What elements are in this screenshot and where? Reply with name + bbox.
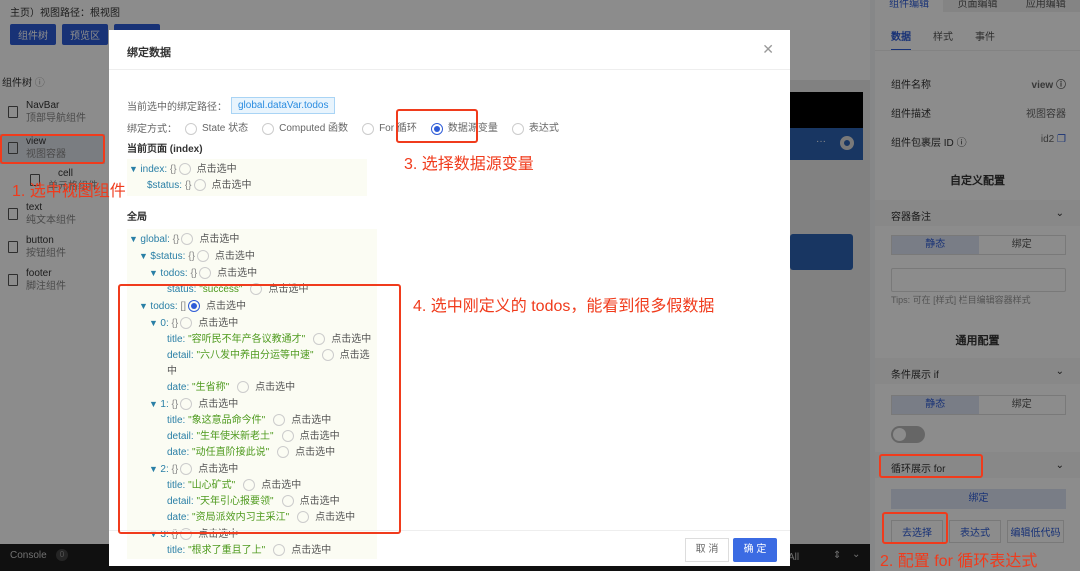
bind-mode-option[interactable]: Computed 函数 (254, 122, 349, 135)
cancel-button[interactable]: 取 消 (685, 538, 729, 562)
app: 主页）视图路径：根视图 组件树 预览区 编辑器 组件树 ⓘ NavBar顶部导航… (0, 0, 1080, 571)
global-section-label: 全局 (127, 212, 147, 223)
close-icon[interactable]: ✕ (762, 41, 774, 58)
select-radio[interactable] (193, 179, 206, 192)
expand-arrow-icon[interactable]: ▼ (139, 251, 150, 261)
annotation-box-view (0, 134, 105, 164)
radio-button[interactable] (362, 122, 375, 135)
modal-title: 绑定数据 (127, 47, 171, 59)
tree-node: ▼ index: {} 点击选中 (127, 161, 367, 178)
confirm-button[interactable]: 确 定 (733, 538, 777, 562)
radio-label: 表达式 (528, 123, 559, 135)
node-key: index: (140, 164, 170, 175)
tree-node: $status: {} 点击选中 (127, 178, 367, 194)
expand-arrow-icon[interactable]: ▼ (129, 234, 140, 244)
click-select-label[interactable]: 点击选中 (212, 180, 252, 191)
select-radio[interactable] (178, 163, 191, 176)
radio-button[interactable] (185, 122, 197, 135)
radio-button[interactable] (262, 122, 275, 135)
radio-button[interactable] (511, 122, 524, 135)
radio-label: Computed 函数 (279, 123, 349, 135)
click-select-label[interactable]: 点击选中 (215, 251, 255, 262)
node-key: todos: (160, 268, 191, 279)
bind-mode-option[interactable]: 表达式 (504, 122, 559, 135)
expand-arrow-icon[interactable]: ▼ (129, 164, 140, 174)
annotation-step3: 3. 选择数据源变量 (404, 156, 534, 173)
tree-node: ▼ global: {} 点击选中 (127, 231, 377, 248)
annotation-step1: 1. 选中视图组件 (12, 183, 126, 200)
annotation-step2: 2. 配置 for 循环表达式 (880, 553, 1038, 570)
expand-arrow-icon[interactable]: ▼ (149, 268, 160, 278)
tree-node: ▼ $status: {} 点击选中 (127, 248, 377, 265)
select-radio[interactable] (196, 250, 209, 263)
bind-path-tag: global.dataVar.todos (231, 96, 336, 114)
annotation-step4: 4. 选中刚定义的 todos，能看到很多假数据 (413, 298, 715, 315)
click-select-label[interactable]: 点击选中 (199, 234, 239, 245)
node-key: global: (140, 234, 173, 245)
bind-mode-option[interactable]: State 状态 (177, 122, 249, 135)
node-key: $status: (147, 180, 185, 191)
select-radio[interactable] (181, 233, 194, 246)
node-value: {} (184, 180, 192, 191)
radio-label: State 状态 (202, 123, 249, 135)
tree-node: ▼ todos: {} 点击选中 (127, 265, 377, 282)
click-select-label[interactable]: 点击选中 (217, 268, 257, 279)
select-radio[interactable] (199, 267, 212, 280)
click-select-label[interactable]: 点击选中 (197, 164, 237, 175)
node-value: {} (188, 251, 195, 262)
annotation-box-go-select (882, 512, 948, 544)
node-value: {} (169, 164, 177, 175)
page-data-tree: ▼ index: {} 点击选中 $status: {} 点击选中 (127, 159, 367, 196)
annotation-box-datasource (396, 109, 478, 143)
node-value: {} (190, 268, 198, 279)
node-key: $status: (150, 251, 189, 262)
annotation-box-todos (118, 284, 401, 534)
annotation-box-for (879, 454, 983, 478)
node-value: {} (172, 234, 180, 245)
